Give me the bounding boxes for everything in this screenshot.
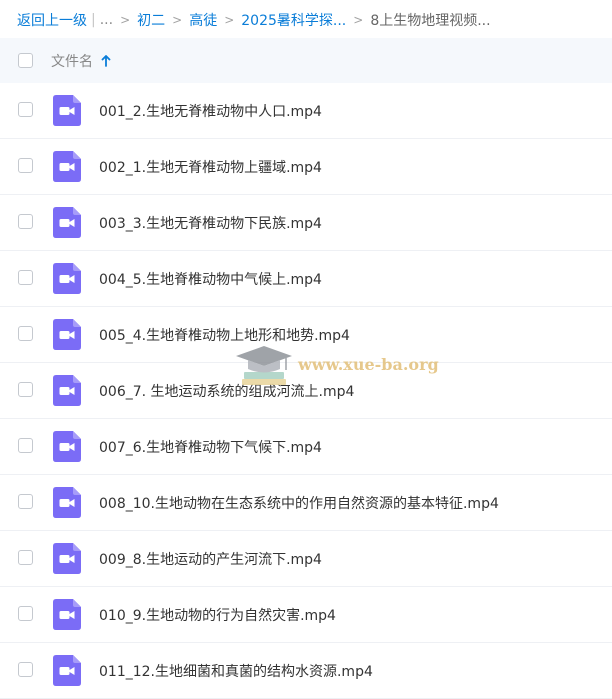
- file-select-checkbox[interactable]: [18, 494, 33, 509]
- file-row[interactable]: 002_1.生地无脊椎动物上疆域.mp4: [0, 139, 612, 195]
- video-file-icon[interactable]: [53, 207, 81, 238]
- file-select-checkbox[interactable]: [18, 438, 33, 453]
- file-name[interactable]: 009_8.生地运动的产生河流下.mp4: [99, 549, 322, 569]
- file-name[interactable]: 001_2.生地无脊椎动物中人口.mp4: [99, 101, 322, 121]
- file-row[interactable]: 003_3.生地无脊椎动物下民族.mp4: [0, 195, 612, 251]
- breadcrumb-item-grade[interactable]: 初二: [137, 10, 165, 30]
- file-name[interactable]: 003_3.生地无脊椎动物下民族.mp4: [99, 213, 322, 233]
- file-select-checkbox[interactable]: [18, 606, 33, 621]
- chevron-right-icon: >: [224, 13, 235, 27]
- file-row[interactable]: 010_9.生地动物的行为自然灾害.mp4: [0, 587, 612, 643]
- chevron-right-icon: >: [353, 13, 364, 27]
- file-name[interactable]: 004_5.生地脊椎动物中气候上.mp4: [99, 269, 322, 289]
- file-list: 001_2.生地无脊椎动物中人口.mp4 002_1.生地无脊椎动物上疆域.mp4…: [0, 83, 612, 699]
- file-row[interactable]: 008_10.生地动物在生态系统中的作用自然资源的基本特征.mp4: [0, 475, 612, 531]
- video-file-icon[interactable]: [53, 263, 81, 294]
- file-select-checkbox[interactable]: [18, 102, 33, 117]
- video-file-icon[interactable]: [53, 599, 81, 630]
- file-select-checkbox[interactable]: [18, 382, 33, 397]
- chevron-right-icon: >: [172, 13, 183, 27]
- breadcrumb-ellipsis[interactable]: ...: [100, 12, 113, 28]
- file-list-header: 文件名: [0, 38, 612, 83]
- video-file-icon[interactable]: [53, 431, 81, 462]
- watermark: www.xue-ba.org: [236, 338, 446, 390]
- file-name[interactable]: 007_6.生地脊椎动物下气候下.mp4: [99, 437, 322, 457]
- filename-column-label: 文件名: [51, 54, 93, 70]
- file-select-checkbox[interactable]: [18, 662, 33, 677]
- file-row[interactable]: 009_8.生地运动的产生河流下.mp4: [0, 531, 612, 587]
- file-name[interactable]: 008_10.生地动物在生态系统中的作用自然资源的基本特征.mp4: [99, 493, 499, 513]
- file-select-checkbox[interactable]: [18, 214, 33, 229]
- file-name[interactable]: 011_12.生地细菌和真菌的结构水资源.mp4: [99, 661, 373, 681]
- file-select-checkbox[interactable]: [18, 550, 33, 565]
- breadcrumb-item-summer-course[interactable]: 2025暑科学探...: [241, 10, 346, 30]
- video-file-icon[interactable]: [53, 487, 81, 518]
- file-select-checkbox[interactable]: [18, 270, 33, 285]
- file-row[interactable]: 007_6.生地脊椎动物下气候下.mp4: [0, 419, 612, 475]
- file-select-checkbox[interactable]: [18, 158, 33, 173]
- file-row[interactable]: 001_2.生地无脊椎动物中人口.mp4: [0, 83, 612, 139]
- video-file-icon[interactable]: [53, 543, 81, 574]
- graduation-cap-icon: [236, 346, 292, 385]
- video-file-icon[interactable]: [53, 151, 81, 182]
- breadcrumb: 返回上一级 | ... > 初二 > 高徒 > 2025暑科学探... > 8上…: [17, 10, 491, 30]
- file-row[interactable]: 011_12.生地细菌和真菌的结构水资源.mp4: [0, 643, 612, 699]
- video-file-icon[interactable]: [53, 375, 81, 406]
- video-file-icon[interactable]: [53, 319, 81, 350]
- chevron-right-icon: >: [120, 13, 131, 27]
- video-file-icon[interactable]: [53, 95, 81, 126]
- breadcrumb-current-folder: 8上生物地理视频...: [370, 13, 491, 29]
- watermark-text: www.xue-ba.org: [298, 355, 439, 374]
- breadcrumb-item-gaotu[interactable]: 高徒: [189, 10, 217, 30]
- video-file-icon[interactable]: [53, 655, 81, 686]
- filename-column-header[interactable]: 文件名: [51, 51, 111, 71]
- file-name[interactable]: 002_1.生地无脊椎动物上疆域.mp4: [99, 157, 322, 177]
- file-name[interactable]: 010_9.生地动物的行为自然灾害.mp4: [99, 605, 336, 625]
- back-link[interactable]: 返回上一级: [17, 10, 87, 30]
- file-select-checkbox[interactable]: [18, 326, 33, 341]
- file-row[interactable]: 004_5.生地脊椎动物中气候上.mp4: [0, 251, 612, 307]
- breadcrumb-divider: |: [91, 12, 96, 28]
- arrow-up-icon[interactable]: [101, 55, 111, 67]
- select-all-checkbox[interactable]: [18, 53, 33, 68]
